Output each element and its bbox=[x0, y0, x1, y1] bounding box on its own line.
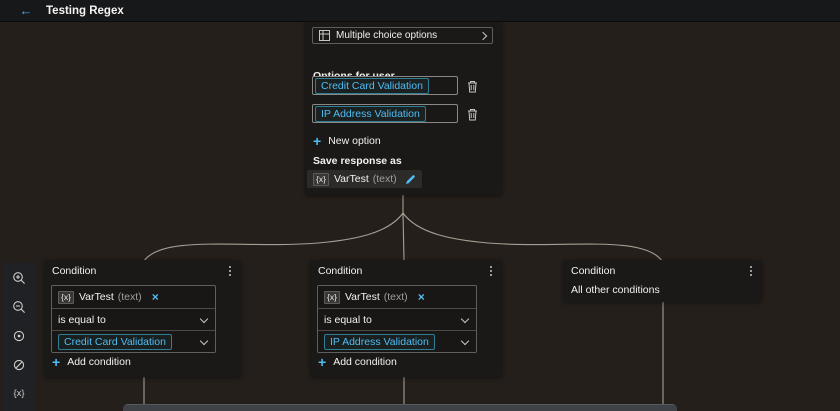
remove-variable-icon[interactable]: × bbox=[418, 292, 425, 302]
chevron-right-icon bbox=[479, 31, 487, 39]
condition-node-3: Condition All other conditions bbox=[563, 260, 762, 302]
question-type-label: Multiple choice options bbox=[336, 30, 480, 41]
condition-title: Condition bbox=[571, 265, 748, 277]
clipped-node-top[interactable] bbox=[123, 404, 677, 411]
zoom-out-icon bbox=[12, 300, 26, 314]
option-input-2[interactable]: IP Address Validation bbox=[312, 104, 458, 123]
chevron-down-icon bbox=[461, 337, 469, 345]
option-chip-1: Credit Card Validation bbox=[315, 78, 429, 94]
delete-option-2-button[interactable] bbox=[464, 106, 480, 122]
variable-type: (text) bbox=[384, 291, 408, 303]
variable-badge-icon: {x} bbox=[324, 291, 340, 304]
variable-name: VarTest bbox=[79, 291, 114, 303]
response-variable-chip[interactable]: {x} VarTest (text) bbox=[307, 170, 422, 188]
edit-variable-button[interactable] bbox=[405, 174, 416, 185]
condition-3-header: Condition bbox=[563, 260, 762, 281]
reset-view-icon bbox=[12, 358, 26, 372]
zoom-in-icon bbox=[12, 271, 26, 285]
variable-type: (text) bbox=[373, 173, 397, 185]
condition-1-variable-row[interactable]: {x} VarTest (text) × bbox=[52, 286, 215, 308]
condition-1-operator-dropdown[interactable]: is equal to bbox=[52, 308, 215, 330]
add-condition-label: Add condition bbox=[67, 356, 131, 368]
chevron-down-icon bbox=[200, 315, 208, 323]
pencil-icon bbox=[405, 174, 416, 185]
canvas-toolbar: {x} bbox=[3, 263, 35, 411]
variable-type: (text) bbox=[118, 291, 142, 303]
condition-2-header: Condition bbox=[310, 260, 502, 281]
condition-2-variable-row[interactable]: {x} VarTest (text) × bbox=[318, 286, 476, 308]
zoom-in-button[interactable] bbox=[7, 267, 31, 290]
connector-left bbox=[144, 213, 403, 261]
center-view-icon bbox=[12, 329, 26, 343]
connector-right bbox=[403, 213, 662, 261]
condition-2-box: {x} VarTest (text) × is equal to IP Addr… bbox=[317, 285, 477, 353]
plus-icon: + bbox=[52, 356, 60, 368]
variable-name: VarTest bbox=[334, 173, 369, 185]
multiple-choice-icon bbox=[319, 30, 330, 41]
topic-header: ← Testing Regex bbox=[0, 0, 840, 22]
new-option-button[interactable]: + New option bbox=[313, 135, 381, 147]
condition-2-operator-dropdown[interactable]: is equal to bbox=[318, 308, 476, 330]
condition-1-header: Condition bbox=[44, 260, 241, 281]
reset-view-button[interactable] bbox=[7, 353, 31, 376]
center-view-button[interactable] bbox=[7, 325, 31, 348]
question-node: Multiple choice options Options for user… bbox=[305, 22, 502, 195]
new-option-label: New option bbox=[328, 135, 381, 147]
chevron-down-icon bbox=[461, 315, 469, 323]
remove-variable-icon[interactable]: × bbox=[152, 292, 159, 302]
more-options-icon[interactable] bbox=[227, 263, 233, 279]
condition-1-box: {x} VarTest (text) × is equal to Credit … bbox=[51, 285, 216, 353]
delete-option-1-button[interactable] bbox=[464, 78, 480, 94]
trash-icon bbox=[467, 80, 478, 93]
zoom-out-button[interactable] bbox=[7, 296, 31, 319]
option-input-1[interactable]: Credit Card Validation bbox=[312, 76, 458, 95]
authoring-canvas: ← Testing Regex Multiple choice options … bbox=[0, 0, 840, 411]
variables-button[interactable]: {x} bbox=[7, 382, 31, 405]
save-response-label: Save response as bbox=[313, 155, 402, 167]
plus-icon: + bbox=[313, 135, 321, 147]
add-condition-button[interactable]: + Add condition bbox=[52, 356, 131, 368]
condition-title: Condition bbox=[52, 265, 227, 277]
variable-badge-icon: {x} bbox=[58, 291, 74, 304]
operator-value: is equal to bbox=[58, 314, 106, 326]
trash-icon bbox=[467, 108, 478, 121]
condition-title: Condition bbox=[318, 265, 488, 277]
variable-name: VarTest bbox=[345, 291, 380, 303]
question-type-button[interactable]: Multiple choice options bbox=[312, 27, 493, 44]
condition-node-2: Condition {x} VarTest (text) × is equal … bbox=[310, 260, 502, 377]
add-condition-label: Add condition bbox=[333, 356, 397, 368]
condition-value-chip: Credit Card Validation bbox=[58, 334, 172, 350]
variable-badge-icon: {x} bbox=[313, 173, 329, 186]
condition-2-value-dropdown[interactable]: IP Address Validation bbox=[318, 330, 476, 352]
chevron-down-icon bbox=[200, 337, 208, 345]
back-button[interactable]: ← bbox=[18, 4, 34, 17]
all-other-conditions-label: All other conditions bbox=[563, 281, 762, 299]
more-options-icon[interactable] bbox=[488, 263, 494, 279]
variables-icon: {x} bbox=[13, 388, 24, 399]
condition-node-1: Condition {x} VarTest (text) × is equal … bbox=[44, 260, 241, 377]
topic-title: Testing Regex bbox=[46, 5, 124, 17]
option-chip-2: IP Address Validation bbox=[315, 106, 426, 122]
condition-value-chip: IP Address Validation bbox=[324, 334, 435, 350]
add-condition-button[interactable]: + Add condition bbox=[318, 356, 397, 368]
plus-icon: + bbox=[318, 356, 326, 368]
operator-value: is equal to bbox=[324, 314, 372, 326]
connector-middle bbox=[403, 213, 404, 260]
condition-1-value-dropdown[interactable]: Credit Card Validation bbox=[52, 330, 215, 352]
more-options-icon[interactable] bbox=[748, 263, 754, 279]
